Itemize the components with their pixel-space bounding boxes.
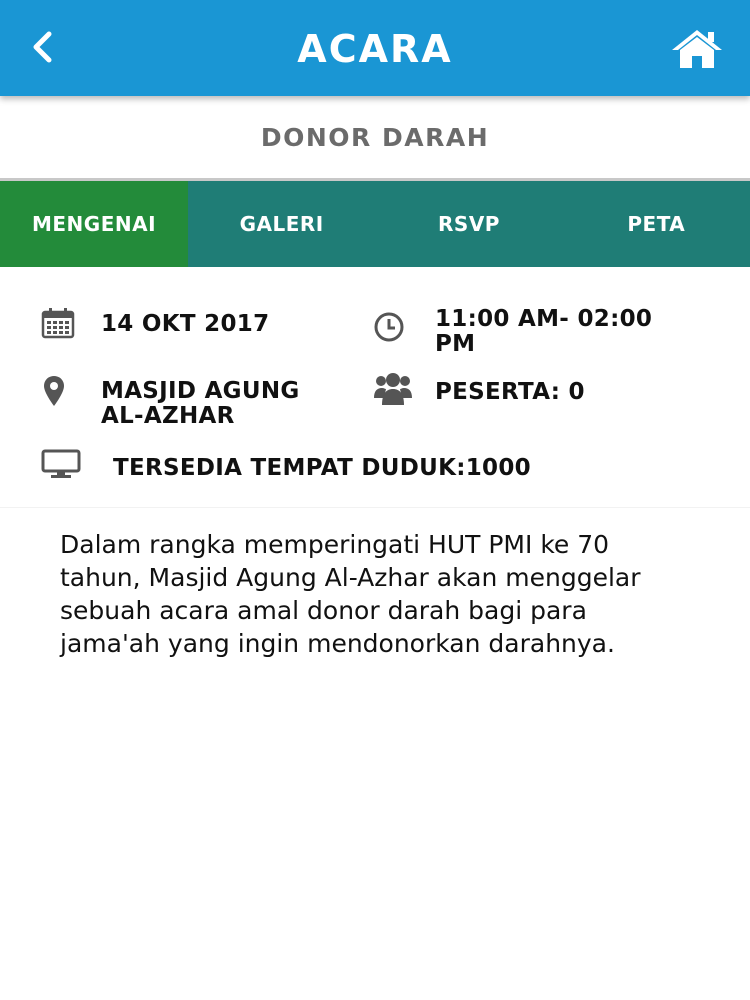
back-button[interactable]: [22, 22, 62, 72]
event-date: 14 OKT 2017: [101, 311, 270, 337]
chevron-left-icon: [33, 31, 52, 63]
event-details: 14 OKT 2017 11:00 AM- 02:00 PM MASJID AG…: [0, 267, 750, 508]
event-description: Dalam rangka memperingati HUT PMI ke 70 …: [60, 530, 641, 658]
event-location-line2: AL-AZHAR: [101, 403, 235, 429]
event-time: 11:00 AM- 02:00 PM: [435, 307, 652, 357]
tab-bar: MENGENAI GALERI RSVP PETA: [0, 181, 750, 267]
event-location: MASJID AGUNG AL-AZHAR: [101, 379, 300, 429]
event-participants: PESERTA: 0: [435, 379, 585, 405]
event-location-line1: MASJID AGUNG: [101, 378, 300, 404]
calendar-icon: [41, 308, 75, 339]
map-pin-icon: [44, 376, 64, 406]
tab-peta[interactable]: PETA: [563, 181, 750, 267]
clock-icon: [374, 312, 404, 342]
event-time-line2: PM: [435, 331, 476, 357]
monitor-icon: [41, 449, 81, 478]
tab-rsvp[interactable]: RSVP: [375, 181, 562, 267]
home-button[interactable]: [670, 26, 724, 72]
event-title-bar: DONOR DARAH: [0, 96, 750, 181]
event-name: DONOR DARAH: [260, 122, 490, 152]
app-header: ACARA: [0, 0, 750, 96]
users-icon: [374, 373, 412, 405]
event-time-line1: 11:00 AM- 02:00: [435, 306, 653, 332]
tab-mengenai[interactable]: MENGENAI: [0, 181, 188, 267]
home-icon: [672, 30, 722, 68]
page-title: ACARA: [297, 27, 453, 71]
event-seats: TERSEDIA TEMPAT DUDUK:1000: [113, 455, 531, 481]
tab-galeri[interactable]: GALERI: [188, 181, 375, 267]
